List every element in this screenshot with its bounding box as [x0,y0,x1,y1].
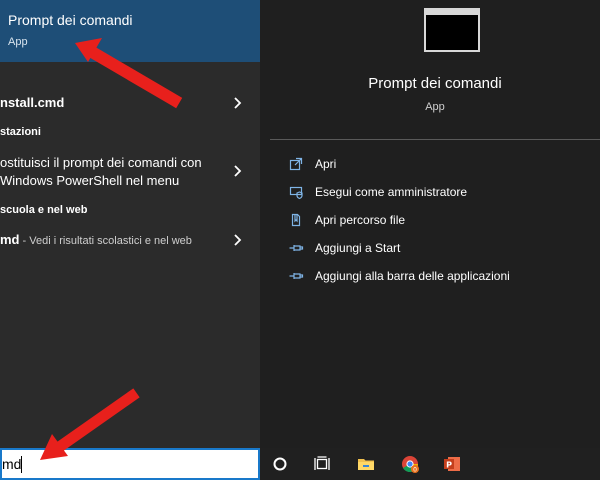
red-arrow-icon [75,38,183,109]
annotation-arrows [40,38,183,460]
red-arrow-icon [40,388,140,460]
